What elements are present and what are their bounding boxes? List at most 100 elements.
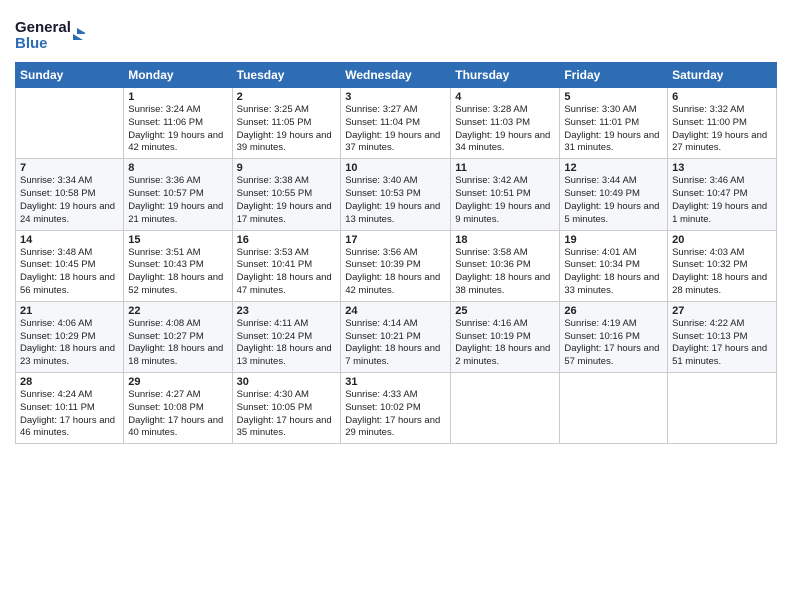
weekday-header-sunday: Sunday [16, 63, 124, 88]
logo-svg: GeneralBlue [15, 14, 85, 56]
day-number: 3 [345, 91, 446, 103]
page-container: GeneralBlue SundayMondayTuesdayWednesday… [0, 0, 792, 459]
day-info: Sunrise: 3:38 AMSunset: 10:55 PMDaylight… [237, 175, 337, 226]
calendar-cell [560, 373, 668, 444]
calendar-cell: 22Sunrise: 4:08 AMSunset: 10:27 PMDaylig… [124, 301, 232, 372]
calendar-cell: 19Sunrise: 4:01 AMSunset: 10:34 PMDaylig… [560, 230, 668, 301]
day-number: 26 [564, 305, 663, 317]
day-info: Sunrise: 4:16 AMSunset: 10:19 PMDaylight… [455, 318, 555, 369]
week-row-3: 14Sunrise: 3:48 AMSunset: 10:45 PMDaylig… [16, 230, 777, 301]
day-info: Sunrise: 4:01 AMSunset: 10:34 PMDaylight… [564, 247, 663, 298]
weekday-header-tuesday: Tuesday [232, 63, 341, 88]
day-number: 31 [345, 376, 446, 388]
day-info: Sunrise: 3:28 AMSunset: 11:03 PMDaylight… [455, 104, 555, 155]
day-number: 19 [564, 234, 663, 246]
weekday-header-wednesday: Wednesday [341, 63, 451, 88]
day-number: 12 [564, 162, 663, 174]
day-number: 22 [128, 305, 227, 317]
day-info: Sunrise: 3:42 AMSunset: 10:51 PMDaylight… [455, 175, 555, 226]
calendar-cell: 14Sunrise: 3:48 AMSunset: 10:45 PMDaylig… [16, 230, 124, 301]
calendar-cell: 8Sunrise: 3:36 AMSunset: 10:57 PMDayligh… [124, 159, 232, 230]
week-row-2: 7Sunrise: 3:34 AMSunset: 10:58 PMDayligh… [16, 159, 777, 230]
calendar-table: SundayMondayTuesdayWednesdayThursdayFrid… [15, 62, 777, 444]
week-row-4: 21Sunrise: 4:06 AMSunset: 10:29 PMDaylig… [16, 301, 777, 372]
day-info: Sunrise: 3:46 AMSunset: 10:47 PMDaylight… [672, 175, 772, 226]
calendar-cell: 18Sunrise: 3:58 AMSunset: 10:36 PMDaylig… [451, 230, 560, 301]
logo: GeneralBlue [15, 14, 85, 56]
day-number: 30 [237, 376, 337, 388]
day-info: Sunrise: 3:56 AMSunset: 10:39 PMDaylight… [345, 247, 446, 298]
calendar-cell: 11Sunrise: 3:42 AMSunset: 10:51 PMDaylig… [451, 159, 560, 230]
calendar-cell [668, 373, 777, 444]
week-row-1: 1Sunrise: 3:24 AMSunset: 11:06 PMDayligh… [16, 88, 777, 159]
day-info: Sunrise: 3:24 AMSunset: 11:06 PMDaylight… [128, 104, 227, 155]
day-info: Sunrise: 3:53 AMSunset: 10:41 PMDaylight… [237, 247, 337, 298]
day-number: 13 [672, 162, 772, 174]
day-info: Sunrise: 3:36 AMSunset: 10:57 PMDaylight… [128, 175, 227, 226]
day-number: 15 [128, 234, 227, 246]
day-info: Sunrise: 4:24 AMSunset: 10:11 PMDaylight… [20, 389, 119, 440]
calendar-cell: 17Sunrise: 3:56 AMSunset: 10:39 PMDaylig… [341, 230, 451, 301]
calendar-cell: 2Sunrise: 3:25 AMSunset: 11:05 PMDayligh… [232, 88, 341, 159]
calendar-cell: 30Sunrise: 4:30 AMSunset: 10:05 PMDaylig… [232, 373, 341, 444]
week-row-5: 28Sunrise: 4:24 AMSunset: 10:11 PMDaylig… [16, 373, 777, 444]
calendar-cell: 9Sunrise: 3:38 AMSunset: 10:55 PMDayligh… [232, 159, 341, 230]
day-number: 24 [345, 305, 446, 317]
day-number: 2 [237, 91, 337, 103]
day-info: Sunrise: 3:25 AMSunset: 11:05 PMDaylight… [237, 104, 337, 155]
day-info: Sunrise: 3:51 AMSunset: 10:43 PMDaylight… [128, 247, 227, 298]
day-info: Sunrise: 3:30 AMSunset: 11:01 PMDaylight… [564, 104, 663, 155]
svg-text:Blue: Blue [15, 35, 48, 52]
day-number: 5 [564, 91, 663, 103]
day-info: Sunrise: 3:27 AMSunset: 11:04 PMDaylight… [345, 104, 446, 155]
calendar-cell: 4Sunrise: 3:28 AMSunset: 11:03 PMDayligh… [451, 88, 560, 159]
day-info: Sunrise: 3:34 AMSunset: 10:58 PMDaylight… [20, 175, 119, 226]
day-info: Sunrise: 4:06 AMSunset: 10:29 PMDaylight… [20, 318, 119, 369]
day-info: Sunrise: 4:22 AMSunset: 10:13 PMDaylight… [672, 318, 772, 369]
day-info: Sunrise: 4:33 AMSunset: 10:02 PMDaylight… [345, 389, 446, 440]
calendar-cell: 31Sunrise: 4:33 AMSunset: 10:02 PMDaylig… [341, 373, 451, 444]
calendar-cell: 6Sunrise: 3:32 AMSunset: 11:00 PMDayligh… [668, 88, 777, 159]
day-info: Sunrise: 4:08 AMSunset: 10:27 PMDaylight… [128, 318, 227, 369]
day-number: 18 [455, 234, 555, 246]
day-info: Sunrise: 3:58 AMSunset: 10:36 PMDaylight… [455, 247, 555, 298]
calendar-cell [16, 88, 124, 159]
calendar-cell: 13Sunrise: 3:46 AMSunset: 10:47 PMDaylig… [668, 159, 777, 230]
calendar-cell: 12Sunrise: 3:44 AMSunset: 10:49 PMDaylig… [560, 159, 668, 230]
day-info: Sunrise: 4:11 AMSunset: 10:24 PMDaylight… [237, 318, 337, 369]
day-info: Sunrise: 4:14 AMSunset: 10:21 PMDaylight… [345, 318, 446, 369]
calendar-cell: 29Sunrise: 4:27 AMSunset: 10:08 PMDaylig… [124, 373, 232, 444]
day-number: 17 [345, 234, 446, 246]
calendar-cell: 1Sunrise: 3:24 AMSunset: 11:06 PMDayligh… [124, 88, 232, 159]
header: GeneralBlue [15, 10, 777, 56]
day-info: Sunrise: 4:19 AMSunset: 10:16 PMDaylight… [564, 318, 663, 369]
weekday-header-friday: Friday [560, 63, 668, 88]
day-number: 28 [20, 376, 119, 388]
calendar-cell: 23Sunrise: 4:11 AMSunset: 10:24 PMDaylig… [232, 301, 341, 372]
day-number: 8 [128, 162, 227, 174]
day-info: Sunrise: 3:40 AMSunset: 10:53 PMDaylight… [345, 175, 446, 226]
day-number: 21 [20, 305, 119, 317]
day-info: Sunrise: 3:44 AMSunset: 10:49 PMDaylight… [564, 175, 663, 226]
weekday-header-row: SundayMondayTuesdayWednesdayThursdayFrid… [16, 63, 777, 88]
calendar-cell: 7Sunrise: 3:34 AMSunset: 10:58 PMDayligh… [16, 159, 124, 230]
day-number: 25 [455, 305, 555, 317]
day-number: 20 [672, 234, 772, 246]
day-number: 27 [672, 305, 772, 317]
day-number: 6 [672, 91, 772, 103]
calendar-cell: 5Sunrise: 3:30 AMSunset: 11:01 PMDayligh… [560, 88, 668, 159]
day-info: Sunrise: 4:27 AMSunset: 10:08 PMDaylight… [128, 389, 227, 440]
day-number: 11 [455, 162, 555, 174]
calendar-cell: 25Sunrise: 4:16 AMSunset: 10:19 PMDaylig… [451, 301, 560, 372]
calendar-cell: 15Sunrise: 3:51 AMSunset: 10:43 PMDaylig… [124, 230, 232, 301]
day-number: 4 [455, 91, 555, 103]
calendar-cell: 10Sunrise: 3:40 AMSunset: 10:53 PMDaylig… [341, 159, 451, 230]
day-number: 10 [345, 162, 446, 174]
calendar-cell: 16Sunrise: 3:53 AMSunset: 10:41 PMDaylig… [232, 230, 341, 301]
calendar-cell: 3Sunrise: 3:27 AMSunset: 11:04 PMDayligh… [341, 88, 451, 159]
weekday-header-monday: Monday [124, 63, 232, 88]
day-number: 1 [128, 91, 227, 103]
weekday-header-saturday: Saturday [668, 63, 777, 88]
calendar-cell: 21Sunrise: 4:06 AMSunset: 10:29 PMDaylig… [16, 301, 124, 372]
day-info: Sunrise: 3:48 AMSunset: 10:45 PMDaylight… [20, 247, 119, 298]
